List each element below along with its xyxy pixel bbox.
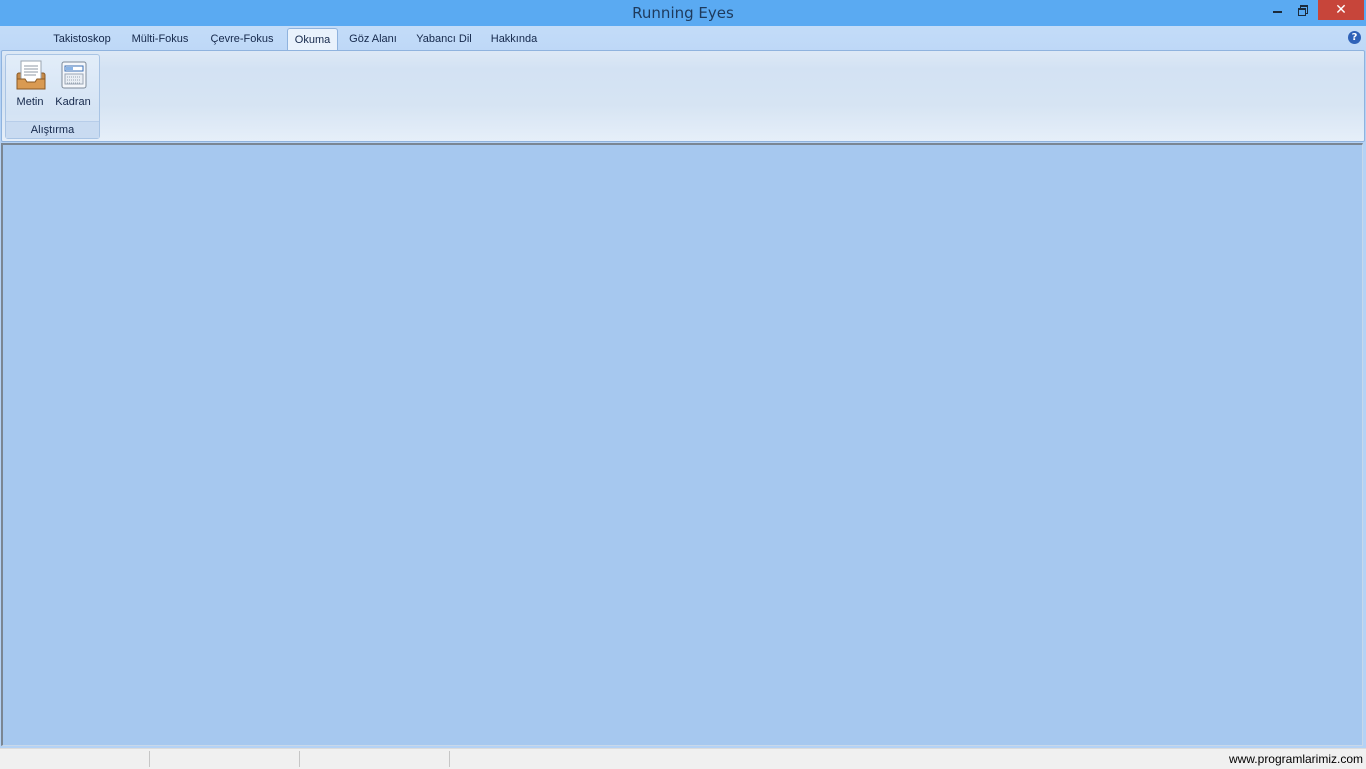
restore-button[interactable] xyxy=(1290,0,1316,20)
title-bar[interactable]: Running Eyes ✕ xyxy=(0,0,1366,26)
minimize-button[interactable] xyxy=(1264,0,1290,20)
kadran-button[interactable]: Kadran xyxy=(53,57,93,113)
tab-multi-fokus[interactable]: Mülti-Fokus xyxy=(126,28,194,50)
window-title: Running Eyes xyxy=(632,4,734,22)
close-button[interactable]: ✕ xyxy=(1318,0,1364,20)
tab-cevre-fokus[interactable]: Çevre-Fokus xyxy=(204,28,280,50)
status-bar: www.programlarimiz.com xyxy=(0,748,1366,769)
status-panel-2 xyxy=(150,751,300,767)
status-panel-3 xyxy=(300,751,450,767)
ribbon-group-alistirma: Metin Kadran Alıştırma xyxy=(5,54,100,139)
main-client-area[interactable] xyxy=(1,143,1363,746)
ribbon-tabs: Takistoskop Mülti-Fokus Çevre-Fokus Okum… xyxy=(0,26,1366,51)
kadran-label: Kadran xyxy=(55,96,91,108)
tab-okuma[interactable]: Okuma xyxy=(287,28,338,51)
metin-button[interactable]: Metin xyxy=(10,57,50,113)
tab-yabanci-dil[interactable]: Yabancı Dil xyxy=(411,28,477,50)
status-panel-1 xyxy=(0,751,150,767)
document-icon xyxy=(16,60,46,90)
tab-takistoskop[interactable]: Takistoskop xyxy=(48,28,116,50)
status-website-text: www.programlarimiz.com xyxy=(1228,752,1363,766)
metin-label: Metin xyxy=(16,96,44,108)
app-window: Running Eyes ✕ Takistoskop Mülti-Fokus Ç… xyxy=(0,0,1366,769)
tab-hakkinda[interactable]: Hakkında xyxy=(486,28,542,50)
group-caption: Alıştırma xyxy=(6,121,99,138)
minimize-icon xyxy=(1272,11,1282,13)
help-icon[interactable]: ? xyxy=(1348,31,1361,44)
tab-goz-alani[interactable]: Göz Alanı xyxy=(344,28,402,50)
ribbon-panel: Metin Kadran Alıştırma xyxy=(1,50,1365,142)
restore-icon xyxy=(1298,5,1308,16)
dial-window-icon xyxy=(61,61,87,89)
close-icon: ✕ xyxy=(1335,2,1347,18)
